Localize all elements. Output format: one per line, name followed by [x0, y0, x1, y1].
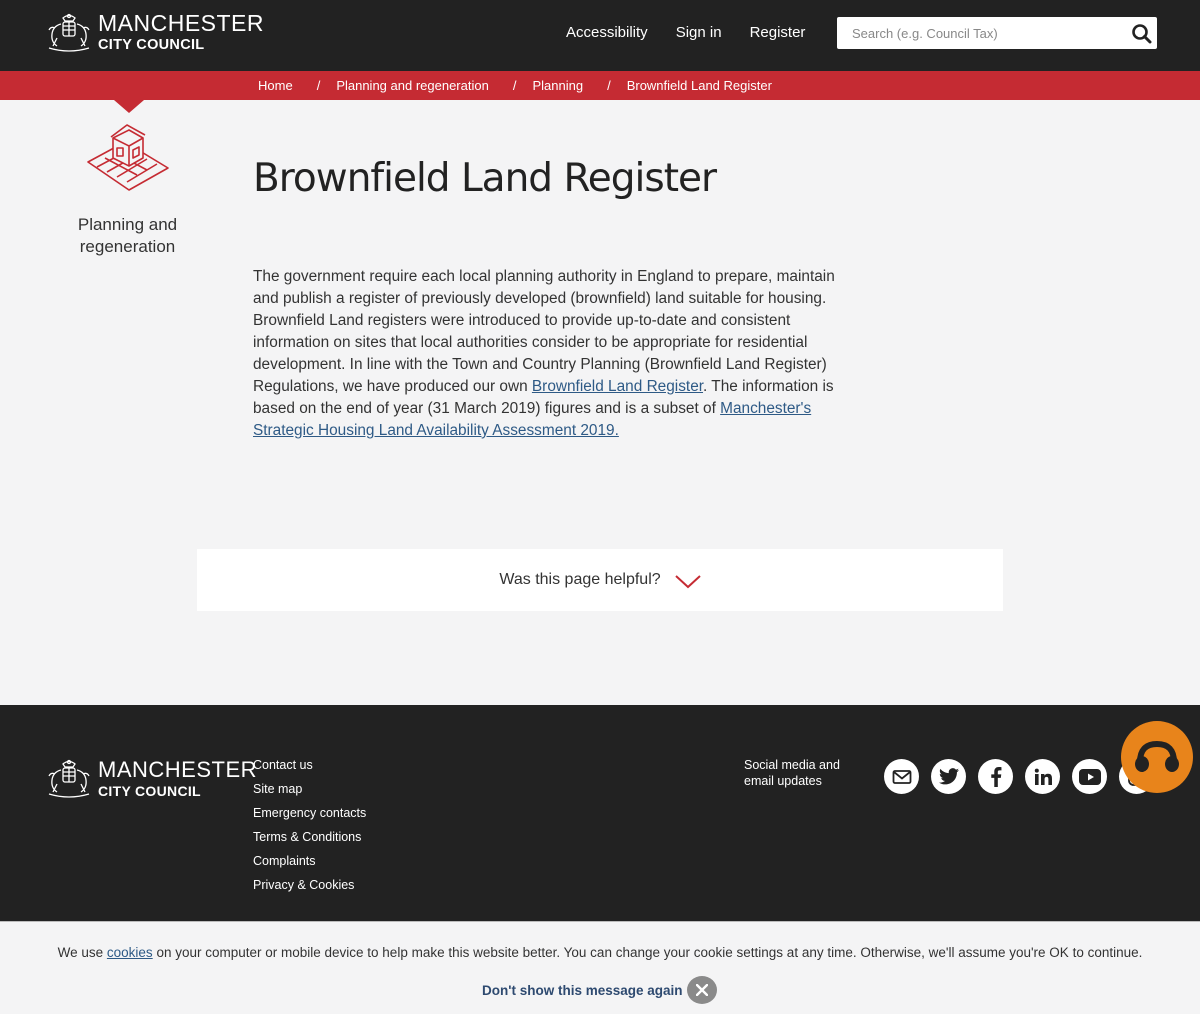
page-title: Brownfield Land Register [253, 156, 717, 201]
footer-link-item: Emergency contacts [253, 804, 366, 821]
help-chat-button[interactable] [1121, 721, 1193, 793]
cookie-dismiss-button[interactable]: Don't show this message again [482, 976, 717, 1004]
cookie-text-1: We use [57, 945, 107, 960]
cookie-banner: We use cookies on your computer or mobil… [0, 921, 1200, 1014]
site-footer: MANCHESTER CITY COUNCIL Contact us Site … [0, 705, 1200, 921]
footer-link-terms[interactable]: Terms & Conditions [253, 830, 361, 844]
category-link[interactable]: Planning and regeneration [60, 120, 195, 258]
footer-logo-subtitle: CITY COUNCIL [98, 782, 201, 799]
close-icon [686, 976, 717, 1004]
footer-link-privacy[interactable]: Privacy & Cookies [253, 878, 354, 892]
breadcrumb-separator: / [316, 78, 321, 93]
footer-link-contact[interactable]: Contact us [253, 758, 313, 772]
top-nav: Accessibility Sign in Register [566, 24, 833, 41]
site-logo[interactable]: MANCHESTER CITY COUNCIL [45, 12, 264, 53]
intro-text-1: The government require each local planni… [253, 268, 835, 395]
footer-link-item: Privacy & Cookies [253, 876, 366, 893]
footer-link-emergency[interactable]: Emergency contacts [253, 806, 366, 820]
search-box [837, 17, 1157, 49]
footer-logo[interactable]: MANCHESTER CITY COUNCIL [45, 758, 257, 798]
footer-link-sitemap[interactable]: Site map [253, 782, 302, 796]
brownfield-register-link[interactable]: Brownfield Land Register [532, 378, 703, 395]
footer-logo-title: MANCHESTER [98, 756, 258, 782]
helpful-label: Was this page helpful? [499, 571, 661, 588]
chevron-down-icon [674, 575, 701, 589]
house-plan-icon [86, 124, 169, 191]
site-header: MANCHESTER CITY COUNCIL Accessibility Si… [0, 0, 1200, 71]
footer-links: Contact us Site map Emergency contacts T… [253, 756, 366, 900]
cookie-message: We use cookies on your computer or mobil… [0, 945, 1200, 960]
headset-icon [1135, 740, 1179, 772]
cookies-link[interactable]: cookies [107, 945, 153, 960]
footer-link-item: Terms & Conditions [253, 828, 366, 845]
breadcrumb-planning-regeneration[interactable]: Planning and regeneration [336, 78, 489, 93]
nav-register[interactable]: Register [750, 24, 806, 41]
breadcrumb-current: Brownfield Land Register [626, 78, 772, 93]
intro-paragraph: The government require each local planni… [253, 266, 848, 442]
breadcrumb: Home / Planning and regeneration / Plann… [258, 78, 772, 93]
footer-link-item: Complaints [253, 852, 366, 869]
footer-link-item: Site map [253, 780, 366, 797]
nav-accessibility[interactable]: Accessibility [566, 24, 648, 41]
email-icon[interactable] [884, 759, 919, 794]
footer-link-complaints[interactable]: Complaints [253, 854, 316, 868]
linkedin-icon[interactable] [1025, 759, 1060, 794]
page-helpful-toggle[interactable]: Was this page helpful? [197, 549, 1003, 611]
breadcrumb-separator: / [512, 78, 517, 93]
social-label: Social media and email updates [744, 758, 840, 788]
twitter-icon[interactable] [931, 759, 966, 794]
cookie-dismiss-label: Don't show this message again [482, 982, 683, 998]
breadcrumb-separator: / [607, 78, 611, 93]
logo-subtitle: CITY COUNCIL [98, 37, 205, 53]
facebook-icon[interactable] [978, 759, 1013, 794]
logo-title: MANCHESTER [98, 10, 265, 36]
search-icon[interactable] [1131, 23, 1153, 45]
cookie-text-2: on your computer or mobile device to hel… [152, 945, 1143, 960]
category-label: Planning and regeneration [77, 215, 178, 256]
nav-sign-in[interactable]: Sign in [676, 24, 722, 41]
youtube-icon[interactable] [1072, 759, 1107, 794]
breadcrumb-home[interactable]: Home [258, 78, 293, 93]
breadcrumb-bar: Home / Planning and regeneration / Plann… [0, 71, 1200, 100]
crest-icon [48, 759, 90, 798]
breadcrumb-planning[interactable]: Planning [532, 78, 583, 93]
crest-icon [48, 14, 90, 52]
breadcrumb-pointer [114, 100, 144, 113]
footer-link-item: Contact us [253, 756, 366, 773]
search-input[interactable] [837, 17, 1117, 49]
